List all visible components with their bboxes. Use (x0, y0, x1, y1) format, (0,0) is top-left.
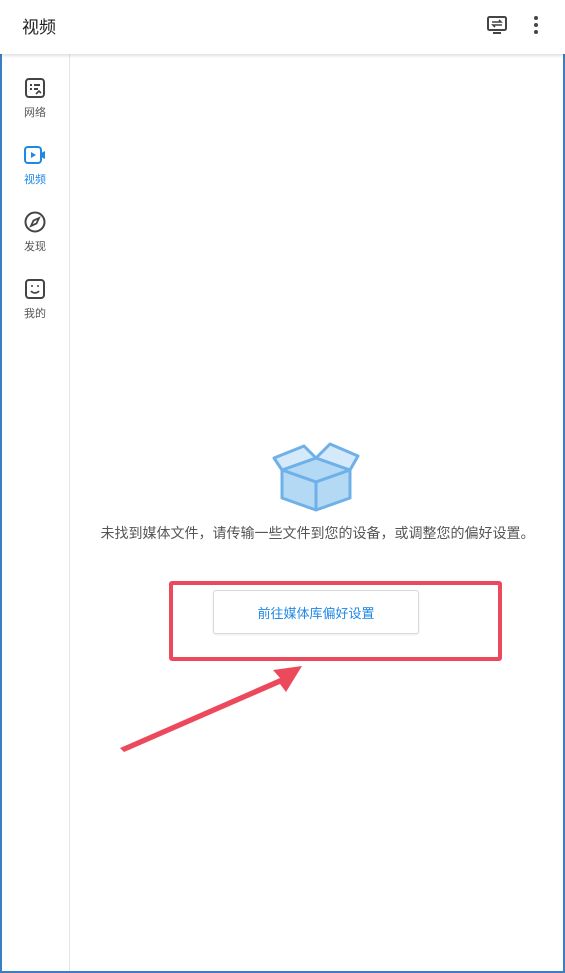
app-header: 视频 (0, 0, 565, 54)
sidebar-item-label: 我的 (24, 307, 46, 320)
sidebar-item-network[interactable]: 网络 (0, 76, 70, 134)
network-icon (25, 78, 45, 98)
empty-state-message: 未找到媒体文件，请传输一些文件到您的设备，或调整您的偏好设置。 (100, 526, 535, 542)
cast-icon[interactable] (486, 14, 508, 36)
sidebar-item-discover[interactable]: 发现 (0, 210, 70, 268)
page-title: 视频 (22, 18, 56, 38)
annotation-arrow-icon (120, 666, 302, 752)
sidebar-item-mine[interactable]: 我的 (0, 277, 70, 335)
empty-box-icon (272, 442, 360, 512)
sidebar-item-label: 视频 (24, 173, 46, 186)
sidebar-item-label: 发现 (24, 240, 46, 253)
main-content (71, 54, 563, 971)
highlight-annotation (169, 581, 502, 661)
sidebar-nav: 网络 视频 发现 我的 (0, 54, 70, 973)
sidebar-item-video[interactable]: 视频 (0, 143, 70, 201)
video-icon (24, 146, 45, 164)
sidebar-item-label: 网络 (24, 106, 46, 119)
smiley-icon (25, 279, 45, 299)
compass-icon (24, 211, 46, 233)
more-vert-icon[interactable] (526, 14, 546, 36)
